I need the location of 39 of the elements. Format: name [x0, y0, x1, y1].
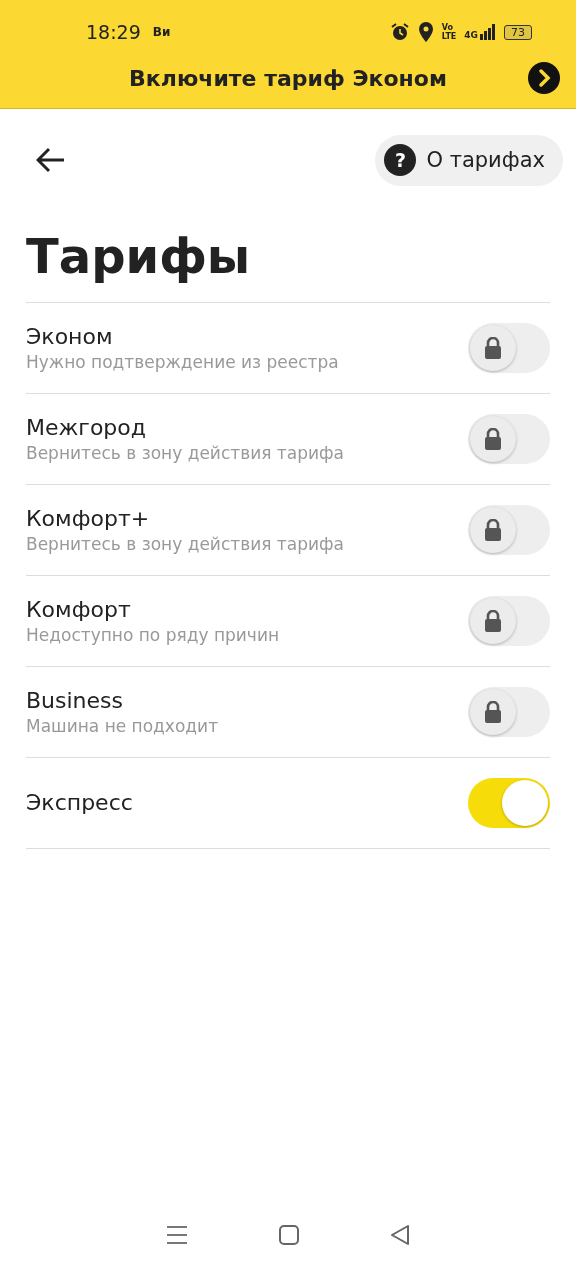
tariff-name: Межгород: [26, 414, 147, 442]
status-time: 18:29: [86, 21, 141, 43]
lock-icon: [484, 337, 502, 359]
tariff-toggle[interactable]: [468, 323, 550, 373]
tariff-name: Business: [26, 687, 124, 715]
banner-text[interactable]: Включите тариф Эконом: [129, 65, 447, 91]
chevron-right-icon[interactable]: [528, 62, 560, 94]
tariff-status: Машина не подходит: [26, 715, 219, 737]
lock-icon: [484, 701, 502, 723]
signal-icon: [480, 24, 496, 40]
tariff-status: Недоступно по ряду причин: [26, 624, 280, 646]
location-pin-icon: [417, 22, 434, 42]
tariff-status: Вернитесь в зону действия тарифа: [26, 442, 344, 464]
volte-label: LTE: [441, 32, 457, 41]
tariff-toggle[interactable]: [468, 687, 550, 737]
lock-icon: [484, 428, 502, 450]
tariff-toggle[interactable]: [468, 505, 550, 555]
tariff-toggle[interactable]: [468, 778, 550, 828]
lock-icon: [484, 519, 502, 541]
home-icon[interactable]: [279, 1225, 299, 1245]
page-title: Тарифы: [26, 227, 252, 286]
tariff-status: Вернитесь в зону действия тарифа: [26, 533, 344, 555]
back-icon[interactable]: [390, 1225, 411, 1245]
tariff-name: Комфорт+: [26, 505, 151, 533]
tariff-name: Экспресс: [26, 789, 133, 817]
volte-label: Vo: [441, 23, 454, 32]
back-arrow-icon[interactable]: [36, 147, 66, 173]
alarm-icon: [389, 22, 410, 42]
lock-icon: [484, 610, 502, 632]
tariff-toggle[interactable]: [468, 414, 550, 464]
tariff-status: Нужно подтверждение из реестра: [26, 351, 339, 373]
about-tariffs-button[interactable]: ? О тарифах: [375, 134, 563, 186]
battery-indicator: 73: [504, 24, 532, 40]
tariff-name: Комфорт: [26, 596, 132, 624]
menu-icon[interactable]: [165, 1225, 188, 1245]
network-label: 4G: [464, 30, 478, 40]
carrier-label: Ви: [152, 25, 171, 39]
tariff-name: Эконом: [26, 323, 114, 351]
tariff-toggle[interactable]: [468, 596, 550, 646]
